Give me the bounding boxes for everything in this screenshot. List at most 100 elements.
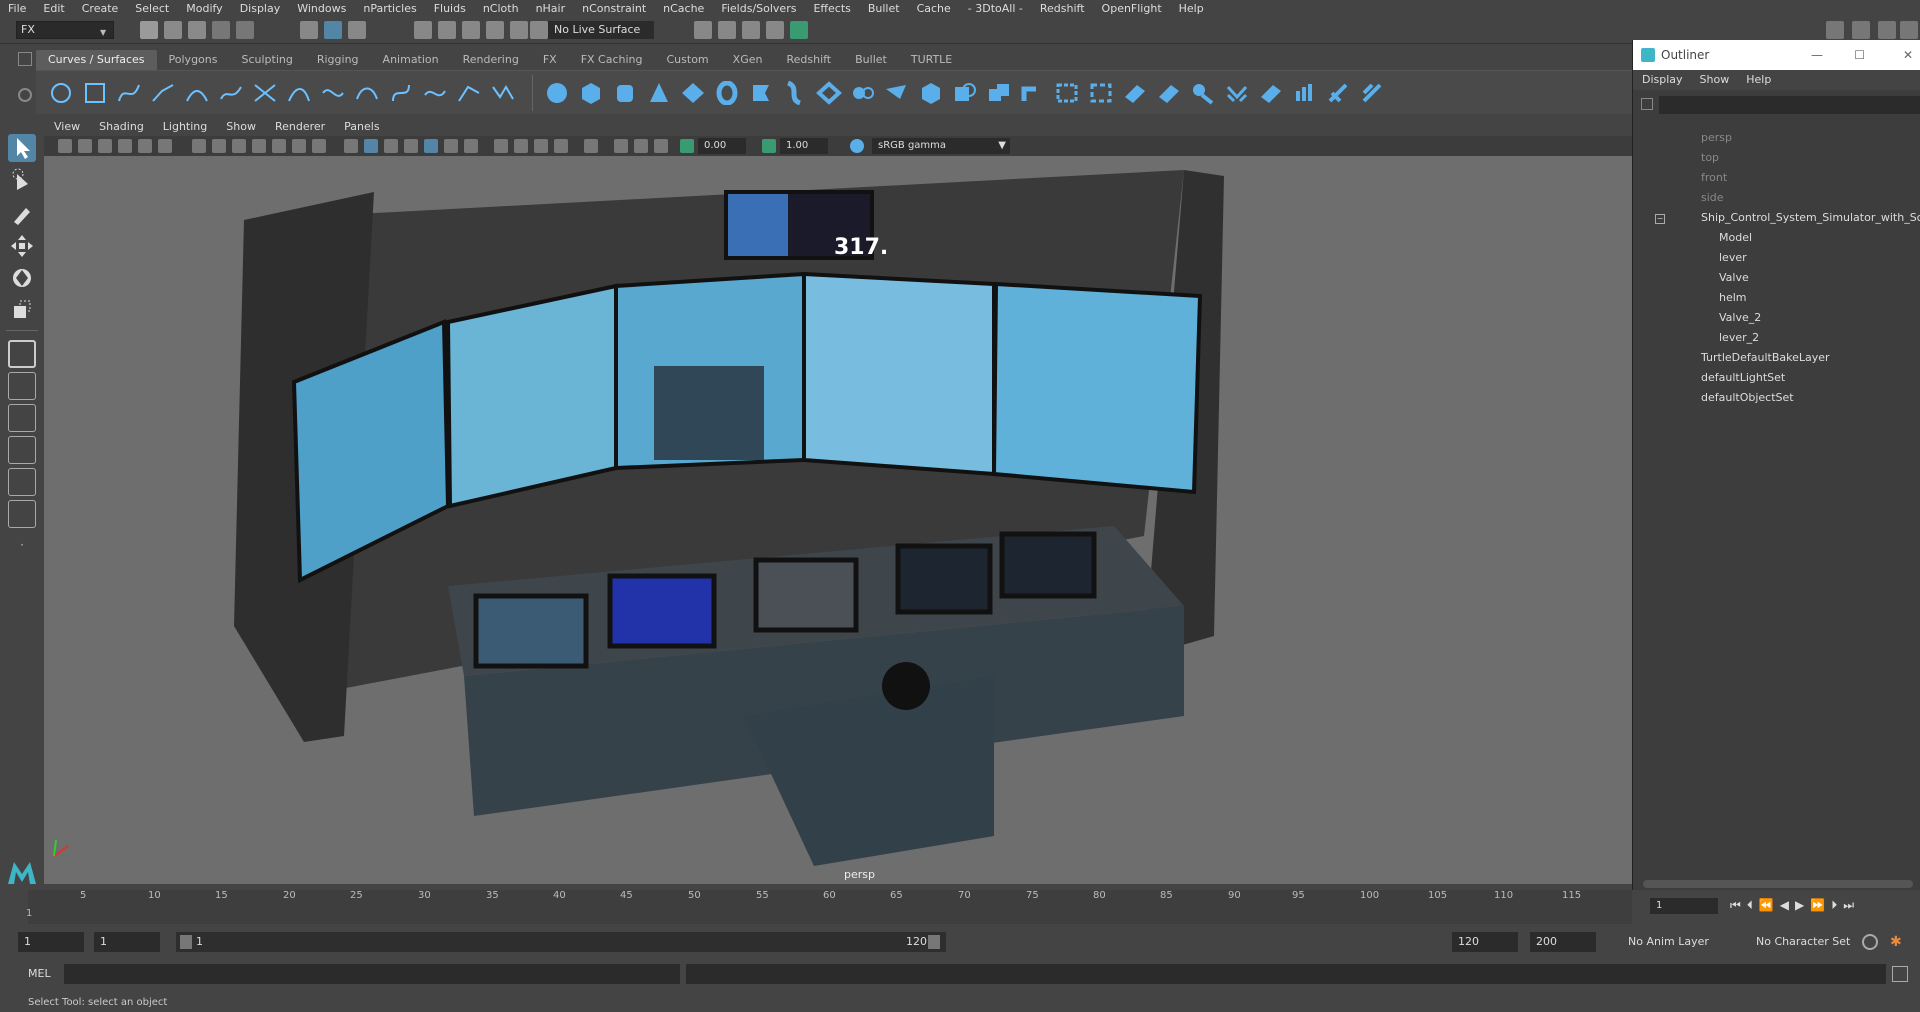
surface-edit-icon[interactable] — [1360, 81, 1386, 105]
prev-key-icon[interactable]: ⏪ — [1759, 898, 1780, 912]
exposure-field[interactable]: 0.00 — [698, 138, 746, 154]
detach-curves-icon[interactable] — [354, 81, 380, 105]
menu-create[interactable]: Create — [74, 0, 128, 17]
playback-end-field[interactable]: 120 — [1452, 932, 1518, 952]
safe-title-icon[interactable] — [312, 139, 326, 153]
undo-icon[interactable] — [212, 21, 230, 39]
range-start-handle[interactable] — [180, 935, 192, 949]
range-end-handle[interactable] — [928, 935, 940, 949]
2d-pan-icon[interactable] — [138, 139, 152, 153]
save-scene-icon[interactable] — [188, 21, 206, 39]
persp-hypershade-icon[interactable] — [8, 468, 36, 496]
persp-outliner-icon[interactable] — [8, 404, 36, 432]
menu-effects[interactable]: Effects — [805, 0, 859, 17]
gamma-icon[interactable] — [762, 139, 776, 153]
menu-display[interactable]: Display — [232, 0, 290, 17]
untrim-icon[interactable] — [1122, 81, 1148, 105]
select-object-icon[interactable] — [324, 21, 342, 39]
default-material-icon[interactable] — [384, 139, 398, 153]
character-set-dropdown[interactable]: No Character Set — [1748, 932, 1860, 952]
panel-menu-view[interactable]: View — [44, 118, 89, 136]
four-view-icon[interactable] — [8, 372, 36, 400]
camera-lock-icon[interactable] — [78, 139, 92, 153]
tab-rigging[interactable]: Rigging — [305, 50, 371, 70]
outliner-menu-show[interactable]: Show — [1691, 70, 1738, 90]
panel-menu-panels[interactable]: Panels — [334, 118, 388, 136]
square-surface-icon[interactable] — [952, 81, 978, 105]
outliner-item-lever[interactable]: lever — [1633, 248, 1920, 268]
tab-sculpting[interactable]: Sculpting — [229, 50, 304, 70]
outliner-item-persp[interactable]: persp — [1633, 128, 1920, 148]
snap-point-icon[interactable] — [462, 21, 480, 39]
xray-components-icon[interactable] — [654, 139, 668, 153]
panel-menu-shading[interactable]: Shading — [89, 118, 153, 136]
perspective-viewport[interactable]: 317. persp — [44, 156, 1632, 884]
persp-graph-icon[interactable] — [8, 436, 36, 464]
scale-tool-icon[interactable] — [8, 296, 36, 324]
go-to-start-icon[interactable]: ⏮ — [1730, 898, 1747, 912]
snap-grid-icon[interactable] — [414, 21, 432, 39]
menu-ncloth[interactable]: nCloth — [475, 0, 528, 17]
nurbs-cube-icon[interactable] — [578, 81, 604, 105]
workspace-icon[interactable] — [1826, 21, 1844, 39]
attach-curves-icon[interactable] — [320, 81, 346, 105]
tab-animation[interactable]: Animation — [371, 50, 451, 70]
outliner-item-helm[interactable]: helm — [1633, 288, 1920, 308]
single-perspective-icon[interactable] — [8, 340, 36, 368]
trim-tool-icon[interactable] — [1088, 81, 1114, 105]
shelf-gear-icon[interactable] — [18, 88, 32, 102]
panel-menu-renderer[interactable]: Renderer — [265, 118, 334, 136]
range-slider[interactable]: 1 120 — [176, 932, 946, 952]
hypershade-icon[interactable] — [790, 21, 808, 39]
field-chart-icon[interactable] — [272, 139, 286, 153]
depth-of-field-icon[interactable] — [554, 139, 568, 153]
loft-icon[interactable] — [782, 81, 808, 105]
menu-redshift[interactable]: Redshift — [1032, 0, 1094, 17]
outliner-item-valve[interactable]: Valve — [1633, 268, 1920, 288]
film-gate-icon[interactable] — [212, 139, 226, 153]
textured-icon[interactable] — [424, 139, 438, 153]
sculpt-tool-icon[interactable] — [1326, 81, 1352, 105]
tab-curves-surfaces[interactable]: Curves / Surfaces — [36, 50, 157, 70]
outliner-item-group[interactable]: Ship_Control_System_Simulator_with_Scree… — [1633, 208, 1920, 228]
play-forward-icon[interactable]: ▶ — [1795, 898, 1810, 912]
outliner-item-model[interactable]: Model — [1633, 228, 1920, 248]
nurbs-sphere-icon[interactable] — [544, 81, 570, 105]
menu-fields-solvers[interactable]: Fields/Solvers — [713, 0, 805, 17]
view-transform-dropdown[interactable]: sRGB gamma ▼ — [872, 138, 1010, 154]
menu-bullet[interactable]: Bullet — [860, 0, 909, 17]
panel-menu-show[interactable]: Show — [216, 118, 265, 136]
collapse-icon[interactable]: − — [1655, 214, 1665, 224]
menu-ncache[interactable]: nCache — [655, 0, 713, 17]
channel-box-icon[interactable] — [1852, 21, 1870, 39]
outliner-menu-help[interactable]: Help — [1737, 70, 1779, 90]
tab-rendering[interactable]: Rendering — [451, 50, 531, 70]
tool-settings-icon[interactable] — [1900, 21, 1918, 39]
nurbs-cone-icon[interactable] — [646, 81, 672, 105]
grease-pencil-icon[interactable] — [158, 139, 172, 153]
tab-turtle[interactable]: TURTLE — [899, 50, 964, 70]
minimize-icon[interactable]: — — [1811, 40, 1823, 70]
outliner-horizontal-scrollbar[interactable] — [1643, 880, 1913, 888]
outliner-search-input[interactable] — [1659, 96, 1920, 114]
tab-fx[interactable]: FX — [531, 50, 569, 70]
anim-layer-dropdown[interactable]: No Anim Layer — [1620, 932, 1740, 952]
revolve-icon[interactable] — [748, 81, 774, 105]
redo-icon[interactable] — [236, 21, 254, 39]
isolate-select-icon[interactable] — [584, 139, 598, 153]
project-curve-icon[interactable] — [1020, 81, 1046, 105]
maximize-icon[interactable]: ☐ — [1854, 40, 1865, 70]
tab-polygons[interactable]: Polygons — [157, 50, 230, 70]
smooth-shade-icon[interactable] — [364, 139, 378, 153]
menu-nparticles[interactable]: nParticles — [355, 0, 425, 17]
animation-end-field[interactable]: 200 — [1530, 932, 1596, 952]
resolution-gate-icon[interactable] — [232, 139, 246, 153]
insert-isoparm-icon[interactable] — [1258, 81, 1284, 105]
outliner-item-valve-2[interactable]: Valve_2 — [1633, 308, 1920, 328]
camera-attributes-icon[interactable] — [58, 139, 72, 153]
safe-action-icon[interactable] — [292, 139, 306, 153]
menu-modify[interactable]: Modify — [178, 0, 231, 17]
gate-mask-icon[interactable] — [252, 139, 266, 153]
pencil-curve-icon[interactable] — [218, 81, 244, 105]
menu-edit[interactable]: Edit — [35, 0, 73, 17]
